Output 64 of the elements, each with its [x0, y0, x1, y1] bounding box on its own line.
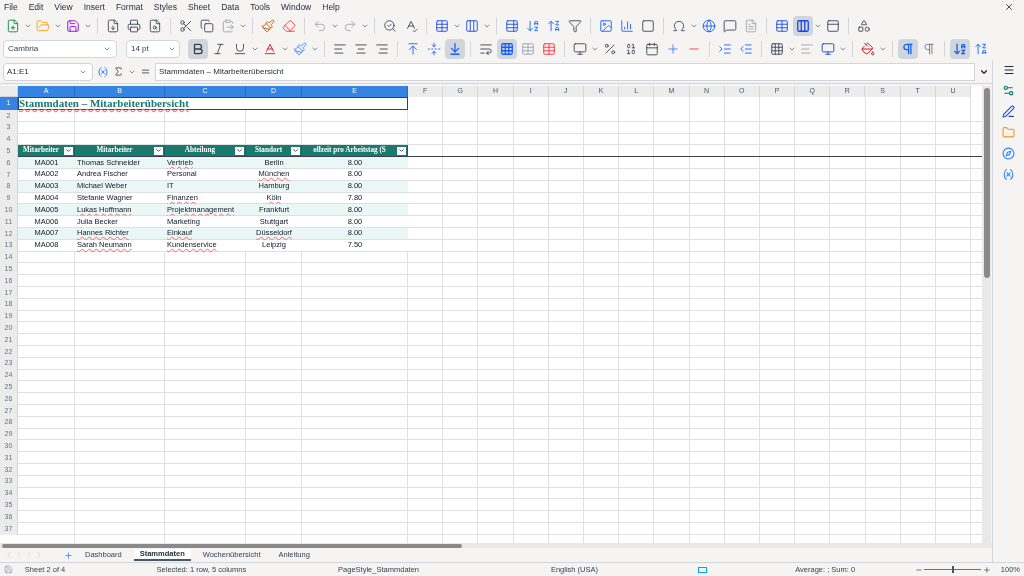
filter-dropdown-icon[interactable] [397, 146, 406, 155]
menu-item[interactable]: File [4, 0, 18, 14]
dropdown-caret-icon[interactable] [251, 45, 259, 53]
dropdown-caret-icon[interactable] [331, 22, 339, 30]
dropdown-caret-icon[interactable] [839, 45, 847, 53]
dropdown-caret-icon[interactable] [453, 22, 461, 30]
menu-icon[interactable] [1002, 64, 1015, 76]
dropdown-caret-icon[interactable] [281, 45, 289, 53]
menu-item[interactable]: Format [115, 0, 143, 14]
dropdown-caret-icon[interactable] [103, 45, 111, 53]
font-name-field[interactable]: Cambria [3, 40, 117, 58]
filter-dropdown-icon[interactable] [235, 146, 244, 155]
close-icon[interactable] [1004, 2, 1014, 12]
horizontal-scrollbar-thumb[interactable] [2, 543, 462, 548]
functions-icon[interactable] [1002, 168, 1015, 181]
bold-icon[interactable] [188, 39, 208, 59]
name-box[interactable]: A1:E1 [3, 62, 93, 81]
menu-item[interactable]: Styles [153, 0, 177, 14]
dropdown-caret-icon[interactable] [84, 22, 92, 30]
dropdown-caret-icon[interactable] [361, 22, 369, 30]
dropdown-caret-icon[interactable] [54, 22, 62, 30]
dropdown-caret-icon[interactable] [483, 22, 491, 30]
filter-dropdown-icon[interactable] [64, 146, 73, 155]
menu-item[interactable]: Edit [28, 0, 44, 14]
function-wizard-icon[interactable] [97, 65, 109, 78]
formula-icon[interactable] [140, 66, 151, 77]
font-size-field[interactable]: 14 pt [126, 40, 180, 58]
menu-item[interactable]: Tools [250, 0, 270, 14]
document-modified-icon [4, 565, 13, 574]
styles-icon[interactable] [1002, 105, 1015, 118]
dropdown-caret-icon[interactable] [690, 22, 698, 30]
sheet-title: Stammdaten – Mitarbeiterübersicht [19, 97, 189, 110]
navigator-icon[interactable] [1002, 147, 1015, 160]
filter-dropdown-icon[interactable] [154, 146, 163, 155]
formula-input-field[interactable]: Stammdaten – Mitarbeiterübersicht [155, 62, 975, 81]
menu-item[interactable]: Sheet [188, 0, 211, 14]
dropdown-caret-icon[interactable] [168, 45, 176, 53]
spreadsheet-grid[interactable] [18, 97, 982, 543]
left-to-right-icon[interactable] [898, 39, 918, 59]
menu-item[interactable]: Window [281, 0, 312, 14]
zoom-in-icon[interactable] [983, 565, 991, 574]
dropdown-caret-icon[interactable] [591, 45, 599, 53]
dropdown-caret-icon[interactable] [788, 45, 796, 53]
stacked-text-icon[interactable] [950, 39, 970, 59]
dropdown-caret-icon[interactable] [879, 45, 887, 53]
properties-icon[interactable] [1002, 84, 1015, 97]
gallery-icon[interactable] [1002, 126, 1015, 139]
merge-center-icon[interactable] [497, 39, 517, 59]
add-sheet-icon[interactable] [64, 550, 73, 560]
dropdown-caret-icon[interactable] [239, 22, 247, 30]
selection-mode-icon[interactable] [697, 566, 708, 573]
menu-item[interactable]: Data [221, 0, 240, 14]
menu-item[interactable]: Insert [83, 0, 105, 14]
menu-item[interactable]: View [54, 0, 73, 14]
menu-item[interactable]: Help [322, 0, 340, 14]
align-bottom-icon[interactable] [445, 39, 465, 59]
vertical-scrollbar-thumb[interactable] [983, 88, 990, 278]
dropdown-caret-icon[interactable] [311, 45, 319, 53]
dropdown-caret-icon[interactable] [814, 22, 822, 30]
zoom-slider-thumb[interactable] [951, 566, 954, 573]
filter-dropdown-icon[interactable] [291, 146, 300, 155]
freeze-icon[interactable] [793, 16, 813, 36]
dropdown-caret-icon[interactable] [24, 22, 32, 30]
sum-icon[interactable] [113, 66, 124, 77]
